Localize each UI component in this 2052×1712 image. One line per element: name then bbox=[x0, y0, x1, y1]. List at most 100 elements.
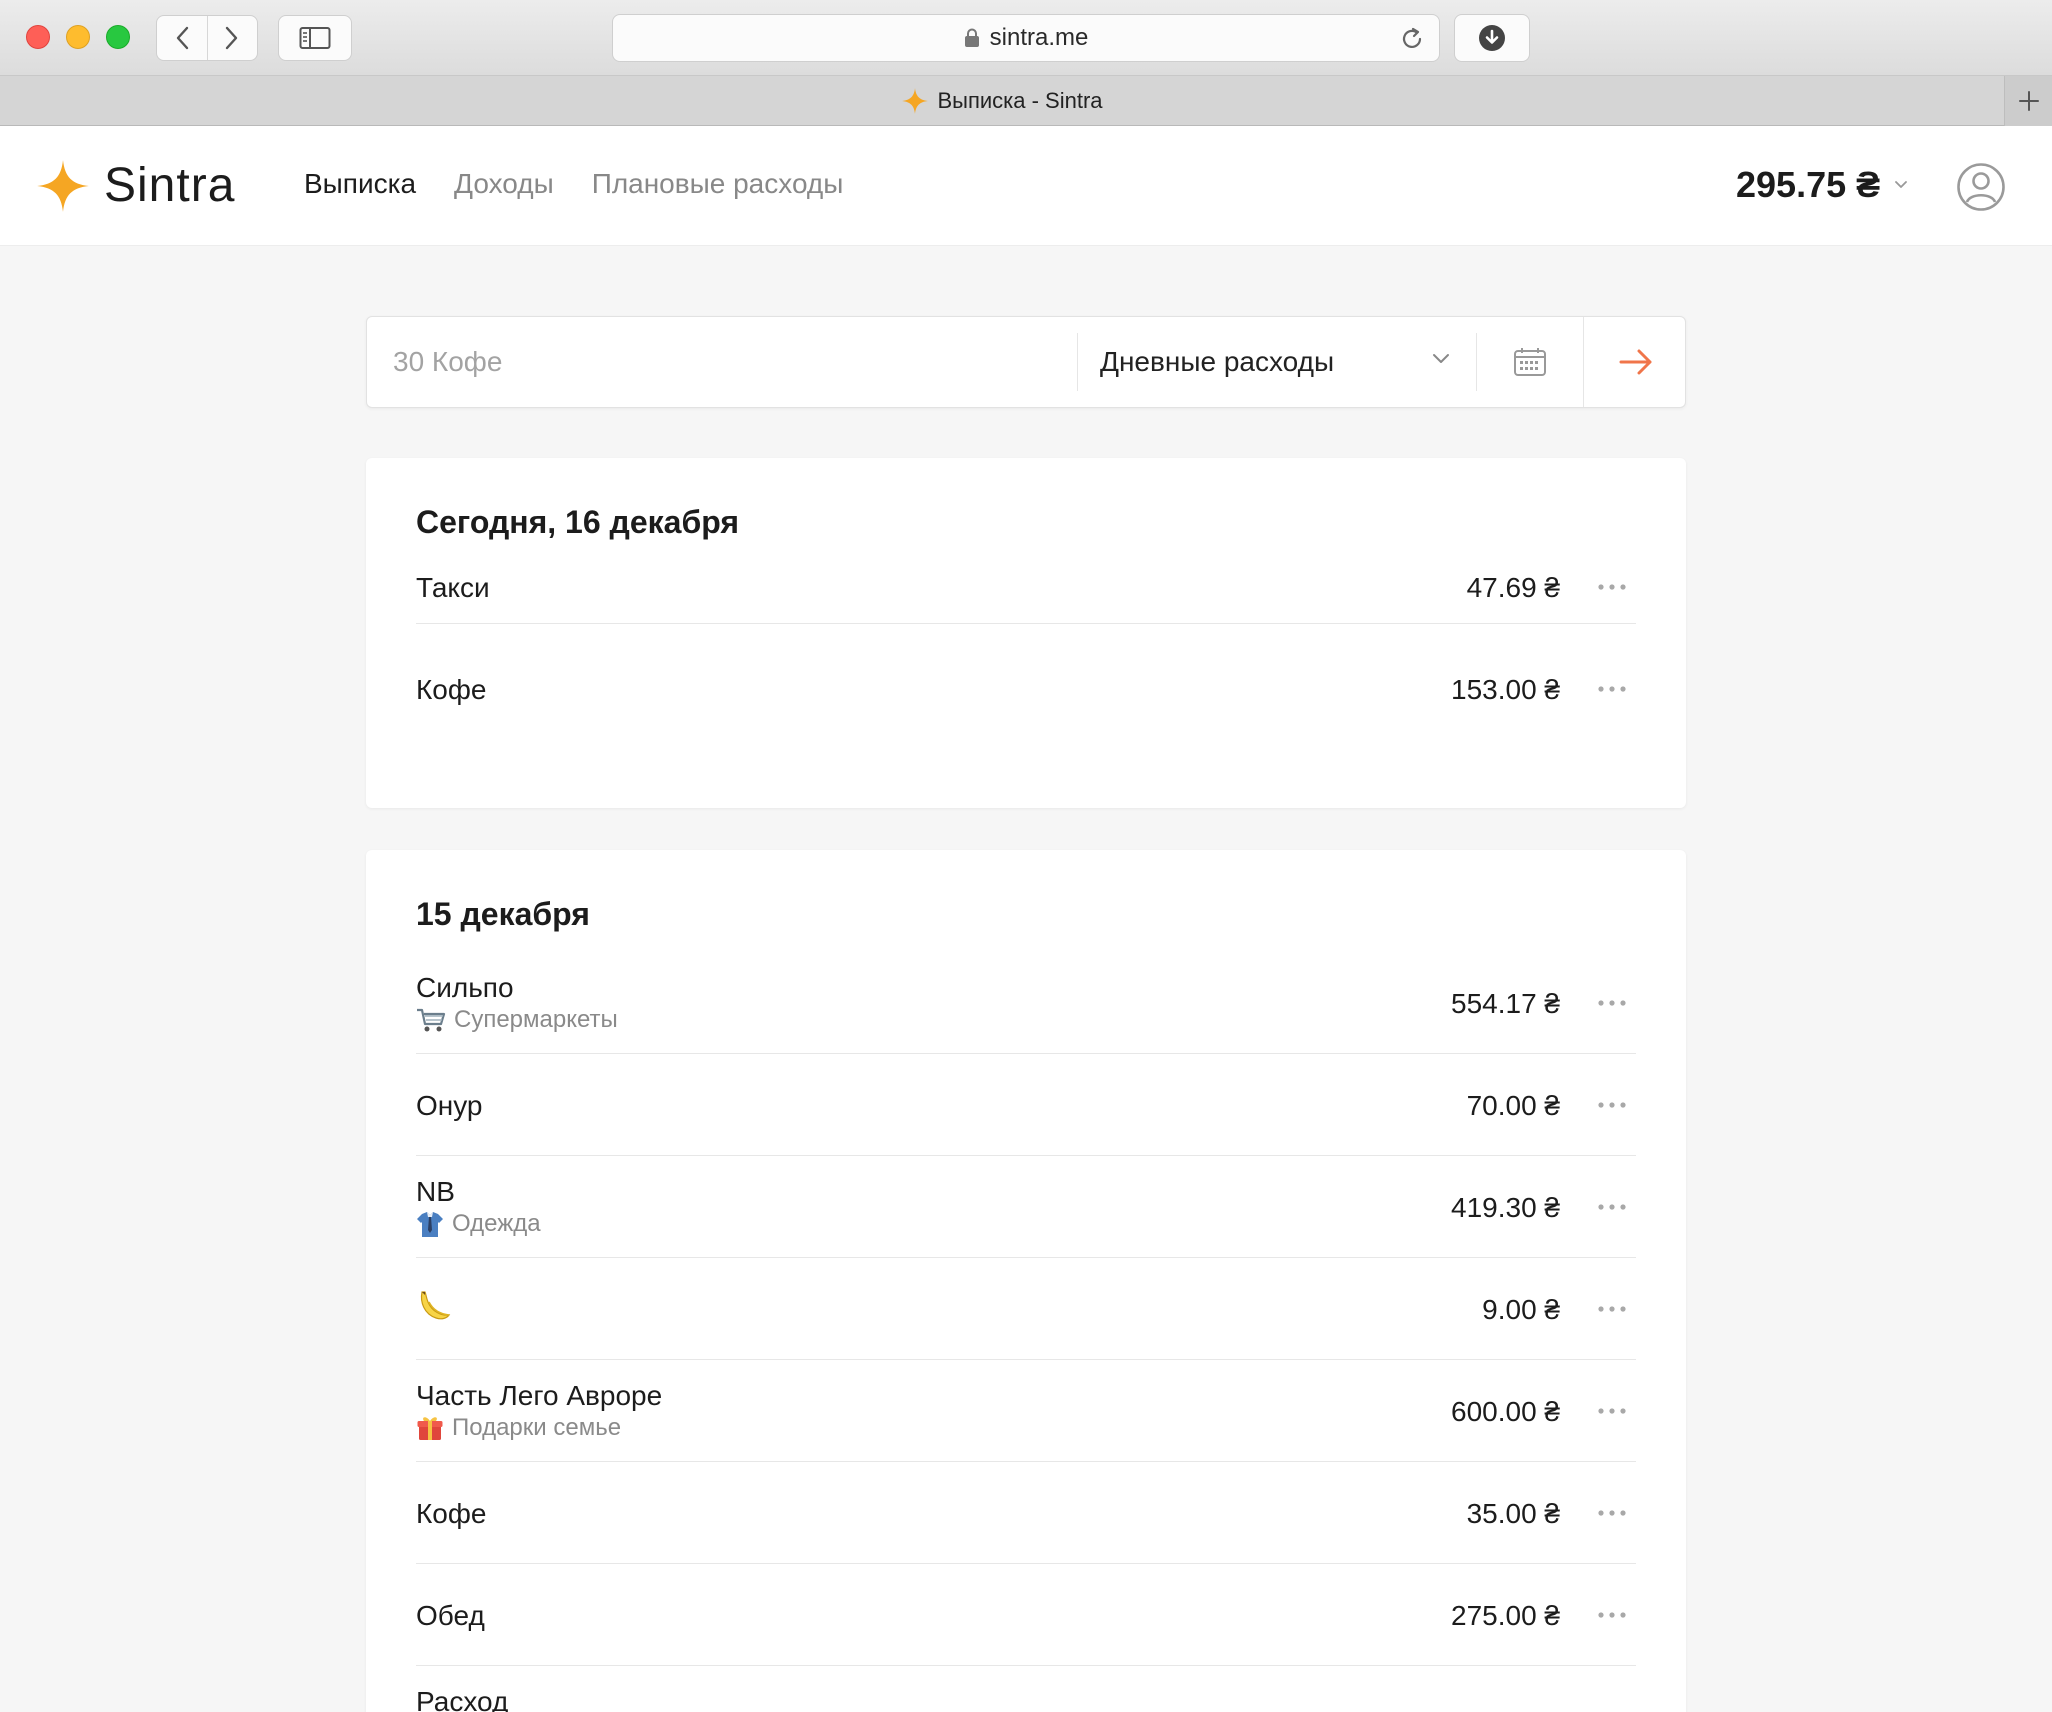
zoom-window-button[interactable] bbox=[106, 25, 130, 49]
add-expense-button[interactable] bbox=[1583, 317, 1687, 407]
nav-income[interactable]: Доходы bbox=[454, 168, 554, 200]
transaction-amount: 47.69 ₴ bbox=[1466, 572, 1560, 603]
transaction-name: Обед bbox=[416, 1600, 485, 1631]
transaction-amount: 600.00 ₴ bbox=[1451, 1396, 1560, 1427]
transaction-name: Сильпо bbox=[416, 972, 514, 1003]
more-options-button[interactable] bbox=[1592, 1294, 1632, 1324]
main-nav: Выписка Доходы Плановые расходы bbox=[304, 168, 843, 200]
ellipsis-icon bbox=[1598, 686, 1626, 692]
day-card-dec-15: 15 декабря Сильпо Супермаркеты 554.17 ₴ … bbox=[366, 850, 1686, 1712]
chevron-down-icon bbox=[1433, 354, 1449, 363]
chevron-right-icon bbox=[226, 26, 238, 50]
expense-input[interactable] bbox=[367, 317, 1077, 407]
banana-icon bbox=[416, 1288, 452, 1331]
transaction-name: Такси bbox=[416, 572, 490, 603]
url-text: sintra.me bbox=[989, 24, 1089, 51]
chevron-left-icon bbox=[176, 26, 188, 50]
ellipsis-icon bbox=[1598, 1102, 1626, 1108]
download-icon bbox=[1479, 25, 1505, 51]
transaction-amount: 153.00 ₴ bbox=[1451, 674, 1560, 705]
transaction-amount: 9.00 ₴ bbox=[1482, 1294, 1560, 1325]
quick-entry-bar: Дневные расходы bbox=[366, 316, 1686, 408]
day-title: 15 декабря bbox=[416, 896, 590, 932]
address-bar[interactable]: sintra.me bbox=[612, 14, 1440, 62]
category-select-value: Дневные расходы bbox=[1100, 346, 1335, 377]
forward-button[interactable] bbox=[206, 16, 258, 60]
transaction-name: Онур bbox=[416, 1090, 483, 1121]
nav-statement[interactable]: Выписка bbox=[304, 168, 416, 200]
close-window-button[interactable] bbox=[26, 25, 50, 49]
transaction-row[interactable]: NB Одежда 419.30 ₴ bbox=[416, 1156, 1636, 1258]
transaction-category: Супермаркеты bbox=[416, 1006, 618, 1034]
category-select[interactable]: Дневные расходы bbox=[1077, 333, 1477, 391]
transaction-row[interactable]: Такси 47.69 ₴ bbox=[416, 522, 1636, 624]
tab-title: Выписка - Sintra bbox=[937, 88, 1103, 113]
reload-icon[interactable] bbox=[1399, 26, 1425, 52]
more-options-button[interactable] bbox=[1592, 1498, 1632, 1528]
ellipsis-icon bbox=[1598, 1510, 1626, 1516]
tab-statement[interactable]: Выписка - Sintra bbox=[0, 76, 2004, 126]
transaction-row[interactable]: Кофе 35.00 ₴ bbox=[416, 1462, 1636, 1564]
avatar[interactable] bbox=[1956, 162, 2006, 217]
user-icon bbox=[1957, 163, 2005, 211]
date-picker-button[interactable] bbox=[1477, 317, 1583, 407]
transaction-row[interactable]: Часть Лего Авроре Подарки семье 600.00 ₴ bbox=[416, 1360, 1636, 1462]
transaction-amount: 419.30 ₴ bbox=[1451, 1192, 1560, 1223]
transaction-row[interactable]: 9.00 ₴ bbox=[416, 1258, 1636, 1360]
new-tab-button[interactable] bbox=[2004, 76, 2052, 126]
ellipsis-icon bbox=[1598, 1306, 1626, 1312]
lock-icon bbox=[964, 28, 979, 47]
transaction-category-label: Одежда bbox=[452, 1210, 541, 1237]
transaction-row[interactable]: Обед 275.00 ₴ bbox=[416, 1564, 1636, 1666]
transaction-amount: 70.00 ₴ bbox=[1466, 1090, 1560, 1121]
more-options-button[interactable] bbox=[1592, 1192, 1632, 1222]
transaction-amount: 35.00 ₴ bbox=[1466, 1498, 1560, 1529]
arrow-right-icon bbox=[1619, 349, 1651, 375]
transaction-row[interactable]: Кофе 153.00 ₴ bbox=[416, 624, 1636, 726]
shirt-tie-icon bbox=[416, 1210, 444, 1238]
more-options-button[interactable] bbox=[1592, 1090, 1632, 1120]
day-card-today: Сегодня, 16 декабря Такси 47.69 ₴ Кофе 1… bbox=[366, 458, 1686, 808]
back-button[interactable] bbox=[157, 16, 207, 60]
sparkle-logo-icon bbox=[37, 159, 89, 212]
transaction-name: Кофе bbox=[416, 674, 487, 705]
main-content: Дневные расходы Сегодня, 16 декабря Такс… bbox=[0, 246, 2052, 1712]
transaction-category-label: Супермаркеты bbox=[454, 1006, 618, 1033]
shopping-cart-icon bbox=[416, 1007, 446, 1033]
minimize-window-button[interactable] bbox=[66, 25, 90, 49]
chevron-down-icon bbox=[1895, 181, 1908, 188]
brand-name: Sintra bbox=[104, 159, 236, 212]
balance-value: 295.75 ₴ bbox=[1736, 164, 1881, 205]
more-options-button[interactable] bbox=[1592, 1396, 1632, 1426]
more-options-button[interactable] bbox=[1592, 1600, 1632, 1630]
transaction-name: Кофе bbox=[416, 1498, 487, 1529]
transaction-row[interactable]: Сильпо Супермаркеты 554.17 ₴ bbox=[416, 952, 1636, 1054]
tab-bar: Выписка - Sintra bbox=[0, 76, 2052, 126]
gift-icon bbox=[416, 1414, 444, 1442]
transaction-category: Подарки семье bbox=[416, 1414, 621, 1442]
calendar-icon bbox=[1514, 348, 1546, 376]
nav-planned-expenses[interactable]: Плановые расходы bbox=[592, 168, 844, 200]
plus-icon bbox=[2018, 91, 2039, 111]
transaction-amount: 275.00 ₴ bbox=[1451, 1600, 1560, 1631]
downloads-button[interactable] bbox=[1454, 14, 1530, 62]
more-options-button[interactable] bbox=[1592, 572, 1632, 602]
sidebar-icon bbox=[299, 27, 331, 49]
history-nav bbox=[156, 15, 258, 61]
ellipsis-icon bbox=[1598, 1204, 1626, 1210]
transaction-amount: 554.17 ₴ bbox=[1451, 988, 1560, 1019]
ellipsis-icon bbox=[1598, 584, 1626, 590]
ellipsis-icon bbox=[1598, 1000, 1626, 1006]
app-header: Sintra Выписка Доходы Плановые расходы 2… bbox=[0, 126, 2052, 246]
ellipsis-icon bbox=[1598, 1612, 1626, 1618]
transaction-row[interactable]: Онур 70.00 ₴ bbox=[416, 1054, 1636, 1156]
transaction-name: NB bbox=[416, 1176, 455, 1207]
more-options-button[interactable] bbox=[1592, 674, 1632, 704]
ellipsis-icon bbox=[1598, 1408, 1626, 1414]
sparkle-icon bbox=[902, 88, 929, 114]
transaction-row[interactable]: Расход bbox=[416, 1666, 1636, 1712]
logo[interactable]: Sintra bbox=[36, 158, 235, 213]
balance-dropdown[interactable]: 295.75 ₴ bbox=[1736, 164, 1908, 206]
more-options-button[interactable] bbox=[1592, 988, 1632, 1018]
sidebar-toggle-button[interactable] bbox=[278, 15, 352, 61]
